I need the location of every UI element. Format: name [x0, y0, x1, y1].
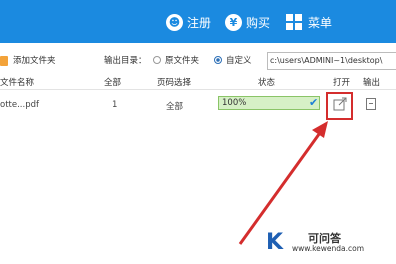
- header-status: 状态: [258, 78, 276, 88]
- table-header: 文件名称 全部 页码选择 状态 打开 输出: [0, 76, 396, 90]
- watermark-url: www.kewenda.com: [292, 244, 365, 253]
- buy-button[interactable]: ¥ 购买: [225, 9, 270, 35]
- header-open: 打开: [333, 78, 351, 88]
- cell-page-select: 全部: [166, 102, 184, 112]
- menu-label: 菜单: [308, 15, 333, 30]
- highlight-box: [326, 92, 353, 120]
- cell-file-name: otte...pdf: [0, 100, 39, 110]
- watermark-logo: K: [266, 230, 284, 255]
- output-dir-label: 输出目录：: [104, 56, 147, 66]
- output-icon[interactable]: [366, 98, 376, 110]
- progress-text: 100%: [222, 98, 247, 108]
- header-file-name: 文件名称: [0, 78, 35, 88]
- option-custom-label[interactable]: 自定义: [226, 54, 252, 66]
- user-icon: ☻: [166, 13, 183, 31]
- folder-add-icon[interactable]: [0, 56, 8, 66]
- top-bar: ☻ 注册 ¥ 购买 菜单: [0, 0, 396, 43]
- radio-original[interactable]: [153, 56, 161, 64]
- check-icon: ✔: [309, 96, 319, 109]
- add-folder-button[interactable]: 添加文件夹: [13, 54, 56, 66]
- radio-custom[interactable]: [214, 56, 222, 64]
- register-label: 注册: [187, 15, 212, 30]
- status-progress-bar: 100%: [218, 96, 320, 110]
- register-button[interactable]: ☻ 注册: [166, 9, 211, 35]
- grid-icon: [286, 14, 302, 30]
- menu-button[interactable]: 菜单: [286, 9, 332, 35]
- header-page-select: 页码选择: [157, 78, 192, 88]
- watermark: K 可问答 www.kewenda.com: [266, 228, 376, 256]
- output-path-field[interactable]: c:\users\ADMINI~1\desktop\: [267, 52, 396, 70]
- buy-label: 购买: [246, 15, 271, 30]
- cell-all: 1: [112, 100, 118, 110]
- header-output: 输出: [363, 78, 381, 88]
- header-all: 全部: [104, 78, 122, 88]
- toolbar: 添加文件夹 输出目录： 原文件夹 自定义 c:\users\ADMINI~1\d…: [0, 50, 396, 74]
- option-original-label[interactable]: 原文件夹: [165, 54, 199, 66]
- yen-icon: ¥: [225, 13, 242, 31]
